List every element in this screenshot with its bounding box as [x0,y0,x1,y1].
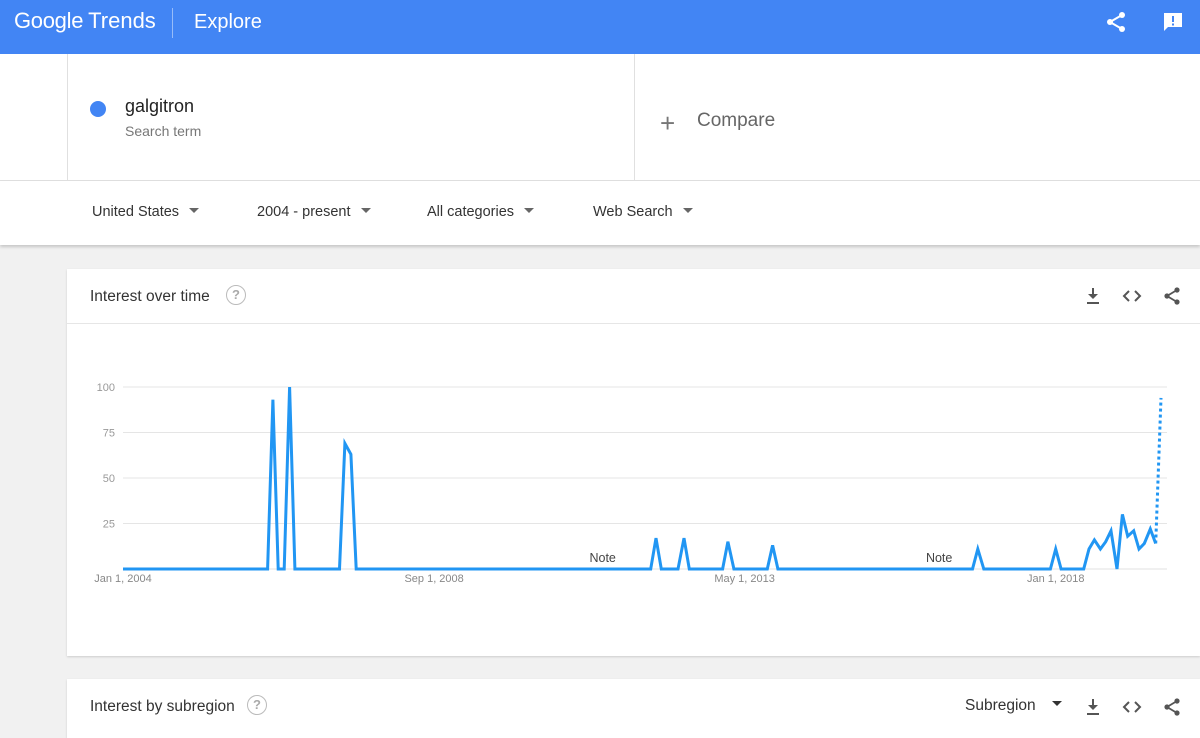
y-tick-label: 50 [103,473,115,485]
search-term-name[interactable]: galgitron [125,96,194,117]
x-tick-label: Jan 1, 2004 [94,573,152,585]
interest-over-time-card: Interest over time ? 25 50 75 100 Jan 1, 200… [67,269,1200,656]
share-icon[interactable] [1162,286,1182,306]
category-filter[interactable]: All categories [427,204,535,220]
search-term-card[interactable]: galgitron Search term [67,54,635,181]
chevron-down-icon [524,207,535,213]
y-tick-label: 25 [103,519,115,531]
region-filter[interactable]: United States [92,204,200,220]
card-header: Interest over time ? [67,269,1200,324]
x-tick-label: Sep 1, 2008 [404,573,463,585]
download-icon[interactable] [1083,697,1103,717]
chevron-down-icon [1051,701,1062,707]
chevron-down-icon [682,207,693,213]
help-icon[interactable]: ? [247,695,267,715]
note-annotation: Note [589,551,615,565]
y-tick-label: 100 [97,382,115,394]
app-bar: Google Trends Explore [0,0,1200,54]
embed-icon[interactable] [1122,286,1142,306]
search-term-bar: galgitron Search term + Compare [0,54,1200,181]
add-icon[interactable]: + [660,108,675,139]
page-title: Explore [194,11,262,33]
x-tick-label: Jan 1, 2018 [1027,573,1085,585]
chevron-down-icon [189,207,200,213]
feedback-icon[interactable] [1161,10,1185,34]
x-tick-label: May 1, 2013 [714,573,775,585]
header-divider [172,8,173,38]
card-header: Interest by subregion ? Subregion [67,679,1200,734]
search-type-filter[interactable]: Web Search [593,204,693,220]
chevron-down-icon [360,207,371,213]
filter-bar: United States 2004 - present All categor… [0,181,1200,245]
time-filter[interactable]: 2004 - present [257,204,371,220]
series-partial-line [1154,397,1163,544]
y-tick-label: 75 [103,428,115,440]
help-icon[interactable]: ? [226,285,246,305]
compare-button[interactable]: Compare [697,110,775,132]
download-icon[interactable] [1083,286,1103,306]
embed-icon[interactable] [1122,697,1142,717]
interest-by-subregion-card: Interest by subregion ? Subregion [67,679,1200,738]
subregion-select[interactable]: Subregion [965,697,1062,715]
share-icon[interactable] [1104,10,1128,34]
term-color-dot [90,101,106,117]
card-title: Interest by subregion [90,698,235,715]
card-title: Interest over time [90,288,210,305]
share-icon[interactable] [1162,697,1182,717]
google-trends-logo[interactable]: Google Trends [14,8,156,34]
search-term-type: Search term [125,123,202,139]
interest-over-time-chart[interactable]: 25 50 75 100 Jan 1, 2004 Sep 1, 2008 May 1, 20… [67,325,1200,655]
note-annotation: Note [926,551,952,565]
